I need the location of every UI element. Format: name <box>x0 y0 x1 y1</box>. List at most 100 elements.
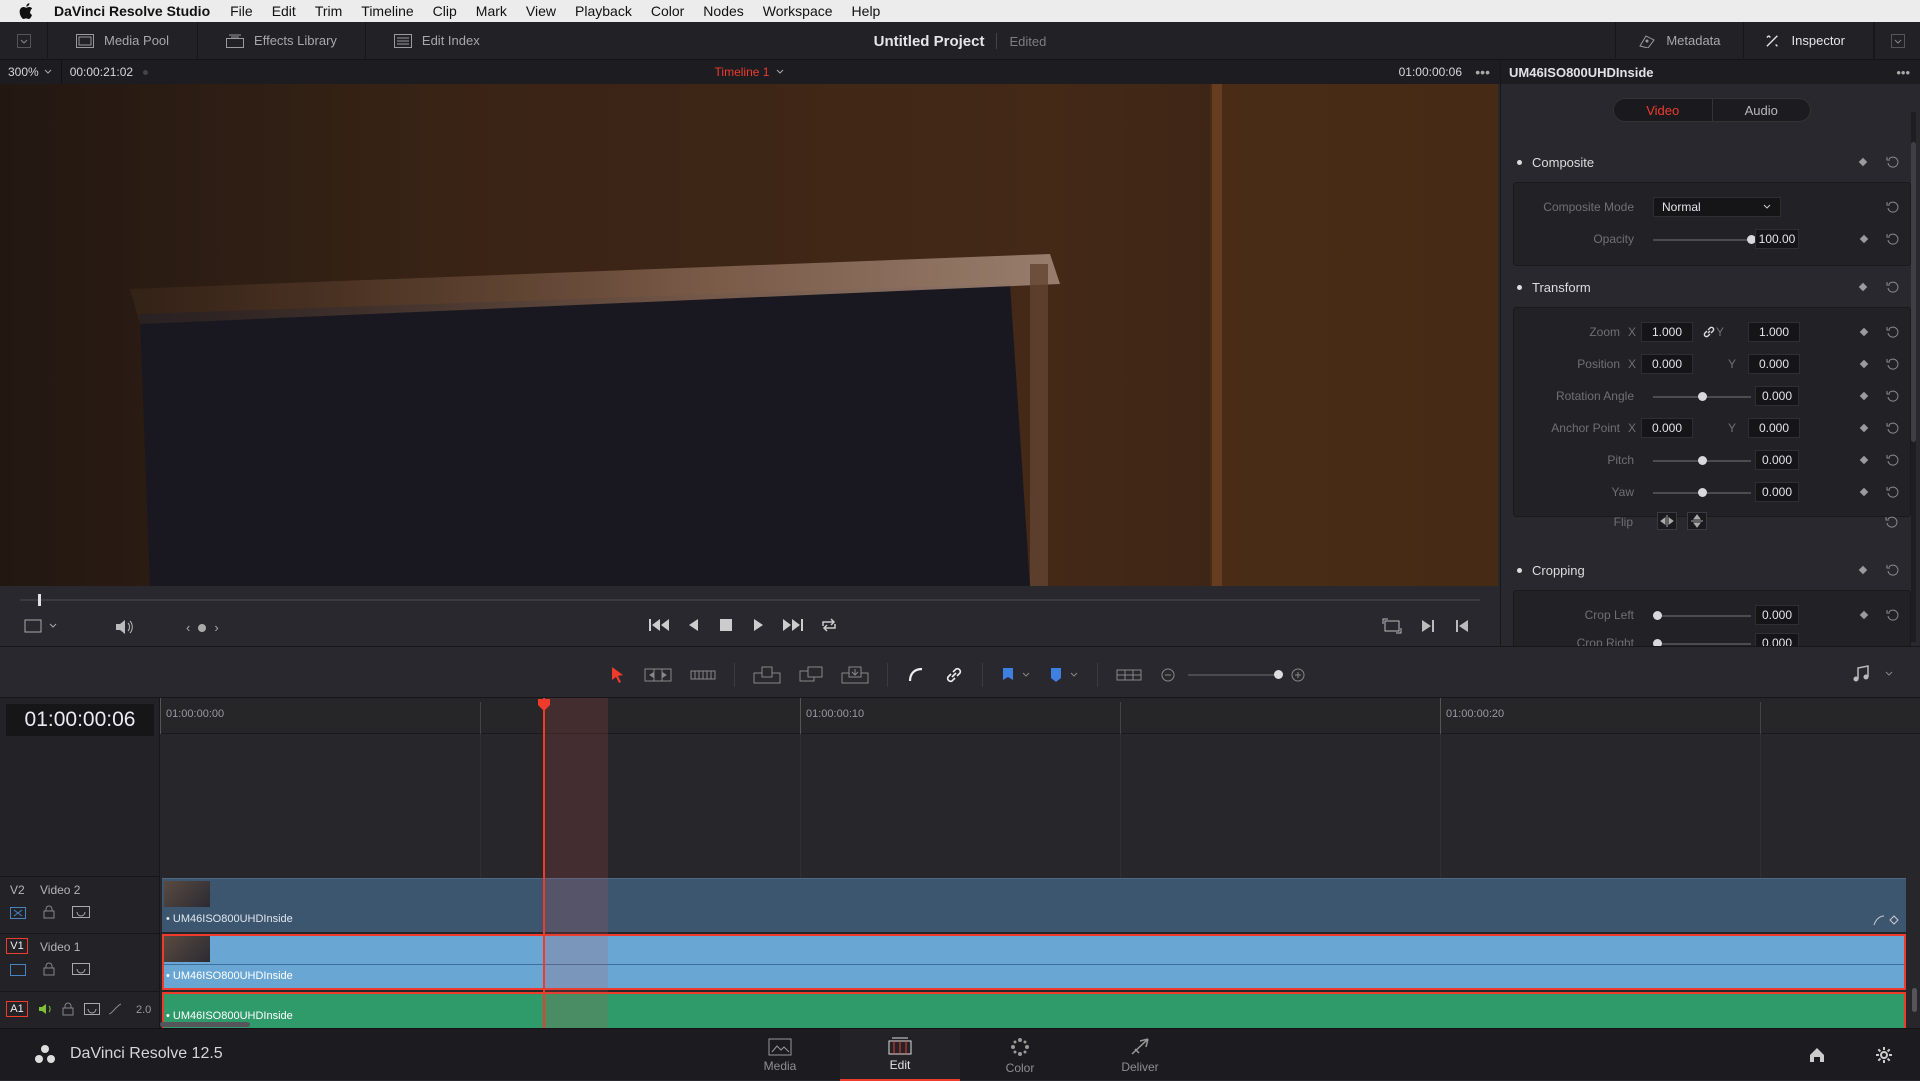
zoom-out-icon[interactable] <box>1160 667 1176 683</box>
clip-v2[interactable]: • UM46ISO800UHDInside <box>162 878 1906 932</box>
timeline-scroll-thumb[interactable] <box>160 1022 250 1027</box>
menu-file[interactable]: File <box>230 3 253 19</box>
page-deliver[interactable]: Deliver <box>1080 1029 1200 1081</box>
reset-icon[interactable] <box>1886 232 1900 246</box>
page-media[interactable]: Media <box>720 1029 840 1081</box>
menu-workspace[interactable]: Workspace <box>763 3 833 19</box>
go-to-end-icon[interactable] <box>782 617 804 633</box>
lock-icon[interactable] <box>42 905 56 919</box>
flag-icon[interactable] <box>1001 666 1015 684</box>
jog-control[interactable]: ‹ › <box>186 620 219 635</box>
replace-clip-icon[interactable] <box>841 666 869 684</box>
home-icon[interactable] <box>1808 1046 1826 1064</box>
yaw-slider[interactable] <box>1653 488 1751 497</box>
rotation-slider-knob[interactable] <box>1698 392 1707 401</box>
timeline-timecode[interactable]: 01:00:00:06 <box>6 704 154 736</box>
composite-section-header[interactable]: Composite <box>1511 142 1909 182</box>
position-y-field[interactable]: 0.000 <box>1748 354 1800 374</box>
reset-icon[interactable] <box>1886 563 1900 577</box>
reset-icon[interactable] <box>1886 200 1900 214</box>
reset-icon[interactable] <box>1886 421 1900 435</box>
cropping-section-header[interactable]: Cropping <box>1511 550 1909 590</box>
go-to-start-icon[interactable] <box>648 617 670 633</box>
insert-clip-icon[interactable] <box>753 666 781 684</box>
tab-audio[interactable]: Audio <box>1713 99 1811 121</box>
keyframe-icon[interactable] <box>1859 327 1869 337</box>
playhead-line[interactable] <box>543 698 545 1028</box>
reset-icon[interactable] <box>1886 485 1900 499</box>
crop-left-knob[interactable] <box>1653 611 1662 620</box>
menu-playback[interactable]: Playback <box>575 3 632 19</box>
volume-button[interactable] <box>114 619 134 635</box>
timeline-area[interactable]: 01:00:00:00 01:00:00:10 01:00:00:20 • UM… <box>160 698 1920 1028</box>
clip-a1[interactable]: • UM46ISO800UHDInside <box>162 992 1906 1028</box>
inspector-scrollbar[interactable] <box>1911 112 1916 642</box>
enable-track-icon[interactable] <box>84 1003 100 1015</box>
reset-icon[interactable] <box>1886 608 1900 622</box>
music-note-icon[interactable] <box>1852 665 1870 683</box>
jog-left-icon[interactable]: ‹ <box>186 620 190 635</box>
reset-icon[interactable] <box>1886 453 1900 467</box>
viewer-options-icon[interactable]: ••• <box>1475 64 1490 80</box>
menu-color[interactable]: Color <box>651 3 684 19</box>
timeline-ruler[interactable]: 01:00:00:00 01:00:00:10 01:00:00:20 <box>160 698 1920 734</box>
yaw-slider-knob[interactable] <box>1698 488 1707 497</box>
selection-tool-icon[interactable] <box>610 666 626 684</box>
track-name-v1[interactable]: Video 1 <box>40 940 80 954</box>
timeline-view-options-icon[interactable] <box>1116 666 1142 684</box>
chevron-down-icon[interactable] <box>1884 670 1894 678</box>
speaker-icon[interactable] <box>38 1002 54 1016</box>
media-pool-button[interactable]: Media Pool <box>48 21 199 60</box>
apple-icon[interactable] <box>16 1 36 21</box>
crop-left-field[interactable]: 0.000 <box>1755 605 1799 625</box>
keyframe-icon[interactable] <box>1859 234 1869 244</box>
pitch-field[interactable]: 0.000 <box>1755 450 1799 470</box>
page-edit[interactable]: Edit <box>840 1029 960 1081</box>
inspector-options-icon[interactable]: ••• <box>1896 65 1910 80</box>
enable-track-icon[interactable] <box>72 963 90 975</box>
keyframe-icon[interactable] <box>1859 487 1869 497</box>
auto-select-icon[interactable] <box>10 907 26 919</box>
yaw-field[interactable]: 0.000 <box>1755 482 1799 502</box>
enable-track-icon[interactable] <box>72 906 90 918</box>
clip-v1[interactable]: • UM46ISO800UHDInside <box>162 934 1906 990</box>
reset-icon[interactable] <box>1886 389 1900 403</box>
menu-trim[interactable]: Trim <box>315 3 342 19</box>
match-frame-icon[interactable] <box>1382 618 1402 634</box>
overwrite-clip-icon[interactable] <box>799 666 823 684</box>
flip-horizontal-icon[interactable] <box>1657 512 1677 530</box>
zoom-y-field[interactable]: 1.000 <box>1748 322 1800 342</box>
flip-vertical-icon[interactable] <box>1687 512 1707 530</box>
chevron-down-icon[interactable] <box>1069 671 1079 679</box>
inspector-button[interactable]: Inspector <box>1742 21 1874 60</box>
pitch-slider[interactable] <box>1653 456 1751 465</box>
stop-icon[interactable] <box>718 617 734 633</box>
menu-clip[interactable]: Clip <box>433 3 457 19</box>
keyframe-icon[interactable] <box>1859 391 1869 401</box>
keyframe-icon[interactable] <box>1859 455 1869 465</box>
menu-help[interactable]: Help <box>852 3 881 19</box>
menu-timeline[interactable]: Timeline <box>361 3 413 19</box>
timeline-zoom-knob[interactable] <box>1274 670 1283 679</box>
jog-right-icon[interactable]: › <box>214 620 218 635</box>
page-color[interactable]: Color <box>960 1029 1080 1081</box>
workspace-toggle-button[interactable] <box>0 21 48 60</box>
play-reverse-icon[interactable] <box>686 617 702 633</box>
video-viewer[interactable] <box>0 84 1498 586</box>
menu-mark[interactable]: Mark <box>476 3 507 19</box>
menu-view[interactable]: View <box>526 3 556 19</box>
crop-left-slider[interactable] <box>1653 611 1751 620</box>
reset-icon[interactable] <box>1886 357 1900 371</box>
previous-edit-icon[interactable] <box>1454 618 1470 634</box>
gear-icon[interactable] <box>1875 1046 1893 1064</box>
keyframe-icon[interactable] <box>1859 359 1869 369</box>
lock-icon[interactable] <box>62 1002 74 1016</box>
chevron-down-icon[interactable] <box>1021 671 1031 679</box>
timeline-vscroll-thumb[interactable] <box>1912 988 1917 1012</box>
metadata-button[interactable]: Metadata <box>1615 21 1742 60</box>
transform-section-header[interactable]: Transform <box>1511 267 1909 307</box>
waveform-icon[interactable] <box>108 1002 122 1016</box>
edit-index-button[interactable]: Edit Index <box>366 22 508 60</box>
timeline-name[interactable]: Timeline 1 <box>715 65 770 79</box>
timeline-zoom-slider[interactable] <box>1188 670 1283 679</box>
